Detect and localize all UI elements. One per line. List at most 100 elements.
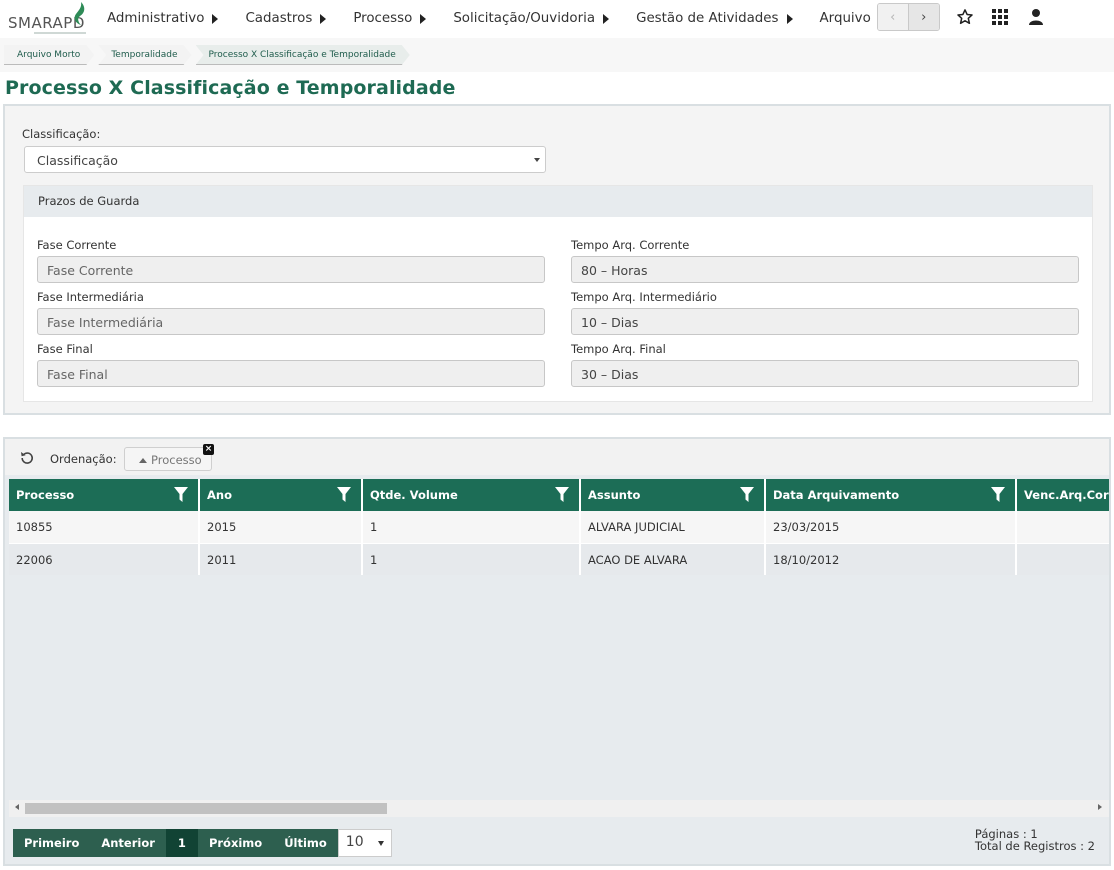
pagination: Primeiro Anterior 1 Próximo Último 10 <box>13 829 392 857</box>
table-header: Processo Ano Qtde. Volume Assunto Data A… <box>9 479 1109 511</box>
caret-right-icon <box>320 14 327 24</box>
cell-processo: 10855 <box>9 511 200 544</box>
cell-qtde-volume: 1 <box>363 544 581 575</box>
cell-venc-arq-corr <box>1017 544 1109 575</box>
breadcrumb-bar: Arquivo Morto Temporalidade Processo X C… <box>0 38 1114 72</box>
grid-toolbar: Ordenação: Processo × <box>5 439 1109 475</box>
cell-ano: 2011 <box>200 544 363 575</box>
tempo-intermediario-label: Tempo Arq. Intermediário <box>571 290 717 304</box>
cell-assunto: ALVARA JUDICIAL <box>581 511 766 544</box>
classificacao-label: Classificação: <box>22 127 101 141</box>
ordering-chip[interactable]: Processo <box>124 447 212 471</box>
scroll-right-icon[interactable] <box>1098 804 1102 810</box>
filter-icon[interactable] <box>555 487 569 502</box>
menu-next-button[interactable]: › <box>908 4 939 30</box>
smarapd-logo[interactable]: SMARAPD <box>6 2 90 36</box>
column-header-assunto[interactable]: Assunto <box>581 479 766 511</box>
cell-data-arquivamento: 23/03/2015 <box>766 511 1017 544</box>
current-page-button[interactable]: 1 <box>165 829 198 857</box>
tempo-final-field[interactable]: 30 – Dias <box>571 360 1079 387</box>
column-label: Data Arquivamento <box>773 488 900 502</box>
menu-label: Processo <box>353 10 413 26</box>
breadcrumb: Arquivo Morto Temporalidade Processo X C… <box>4 45 414 65</box>
breadcrumb-current[interactable]: Processo X Classificação e Temporalidade <box>196 45 410 65</box>
page-size-select[interactable]: 10 <box>337 829 392 857</box>
table-row[interactable]: 10855 2015 1 ALVARA JUDICIAL 23/03/2015 <box>9 511 1109 544</box>
column-label: Processo <box>16 488 75 502</box>
column-label: Qtde. Volume <box>370 488 458 502</box>
fase-corrente-label: Fase Corrente <box>37 238 117 252</box>
cell-data-arquivamento: 18/10/2012 <box>766 544 1017 575</box>
cell-qtde-volume: 1 <box>363 511 581 544</box>
grid-apps-icon[interactable] <box>991 8 1009 26</box>
pagination-info: Páginas : 1 Total de Registros : 2 <box>975 828 1095 852</box>
classificacao-select-value: Classificação <box>37 153 118 168</box>
menu-scroll-buttons: ‹ › <box>877 3 940 31</box>
leaf-icon <box>74 2 85 25</box>
tempo-intermediario-field[interactable]: 10 – Dias <box>571 308 1079 335</box>
caret-right-icon <box>603 14 610 24</box>
fase-intermediaria-label: Fase Intermediária <box>37 290 144 304</box>
column-header-qtde-volume[interactable]: Qtde. Volume <box>363 479 581 511</box>
fase-intermediaria-field[interactable]: Fase Intermediária <box>37 308 545 335</box>
fase-final-field[interactable]: Fase Final <box>37 360 545 387</box>
column-header-ano[interactable]: Ano <box>200 479 363 511</box>
scrollbar-thumb[interactable] <box>25 803 387 814</box>
previous-page-button[interactable]: Anterior <box>90 829 166 857</box>
main-menu: Administrativo Cadastros Processo Solici… <box>107 0 912 36</box>
menu-arquivo[interactable]: Arquivo <box>820 0 885 36</box>
breadcrumb-arquivo-morto[interactable]: Arquivo Morto <box>4 45 94 65</box>
menu-label: Gestão de Atividades <box>636 10 779 26</box>
menu-label: Cadastros <box>245 10 313 26</box>
tempo-final-label: Tempo Arq. Final <box>571 342 666 356</box>
classificacao-select[interactable]: Classificação <box>24 146 546 173</box>
caret-down-icon <box>377 841 384 846</box>
cell-ano: 2015 <box>200 511 363 544</box>
menu-gestao-atividades[interactable]: Gestão de Atividades <box>636 0 793 36</box>
horizontal-scrollbar[interactable] <box>9 800 1109 817</box>
logo-underline <box>34 32 86 34</box>
fase-final-label: Fase Final <box>37 342 93 356</box>
menu-processo[interactable]: Processo <box>353 0 427 36</box>
scroll-left-icon[interactable] <box>15 804 19 810</box>
breadcrumb-temporalidade[interactable]: Temporalidade <box>98 45 191 65</box>
column-label: Assunto <box>588 488 641 502</box>
tempo-corrente-field[interactable]: 80 – Horas <box>571 256 1079 283</box>
next-page-button[interactable]: Próximo <box>197 829 274 857</box>
last-page-button[interactable]: Último <box>273 829 338 857</box>
classification-panel: Classificação: Classificação Prazos de G… <box>3 104 1111 415</box>
filter-icon[interactable] <box>991 487 1005 502</box>
filter-icon[interactable] <box>337 487 351 502</box>
filter-icon[interactable] <box>740 487 754 502</box>
column-header-processo[interactable]: Processo <box>9 479 200 511</box>
total-records: Total de Registros : 2 <box>974 839 1095 853</box>
prazos-de-guarda-section: Prazos de Guarda Fase Corrente Fase Corr… <box>23 185 1093 402</box>
page-size-value: 10 <box>345 834 364 850</box>
menu-label: Arquivo <box>819 10 871 26</box>
results-grid-panel: Ordenação: Processo × Processo Ano Qtde.… <box>3 437 1111 866</box>
column-header-venc-arq-corr[interactable]: Venc.Arq.Corr <box>1017 479 1109 511</box>
refresh-icon[interactable] <box>19 450 35 466</box>
menu-cadastros[interactable]: Cadastros <box>245 0 327 36</box>
remove-ordering-icon[interactable]: × <box>203 444 214 455</box>
section-title: Prazos de Guarda <box>24 186 1092 217</box>
column-header-data-arquivamento[interactable]: Data Arquivamento <box>766 479 1017 511</box>
cell-processo: 22006 <box>9 544 200 575</box>
sort-asc-icon <box>139 458 147 463</box>
menu-administrativo[interactable]: Administrativo <box>107 0 219 36</box>
results-table: Processo Ano Qtde. Volume Assunto Data A… <box>9 479 1109 575</box>
caret-right-icon <box>420 14 427 24</box>
menu-prev-button[interactable]: ‹ <box>878 4 909 30</box>
star-icon[interactable] <box>956 8 974 26</box>
table-row[interactable]: 22006 2011 1 ACAO DE ALVARA 18/10/2012 <box>9 544 1109 575</box>
first-page-button[interactable]: Primeiro <box>13 829 91 857</box>
filter-icon[interactable] <box>174 487 188 502</box>
fase-corrente-field[interactable]: Fase Corrente <box>37 256 545 283</box>
caret-right-icon <box>786 14 793 24</box>
menu-solicitacao-ouvidoria[interactable]: Solicitação/Ouvidoria <box>453 0 610 36</box>
cell-venc-arq-corr <box>1017 511 1109 544</box>
ordering-chip-label: Processo <box>151 453 202 467</box>
column-label: Venc.Arq.Corr <box>1024 488 1109 502</box>
column-label: Ano <box>207 488 232 502</box>
user-icon[interactable] <box>1027 8 1045 26</box>
